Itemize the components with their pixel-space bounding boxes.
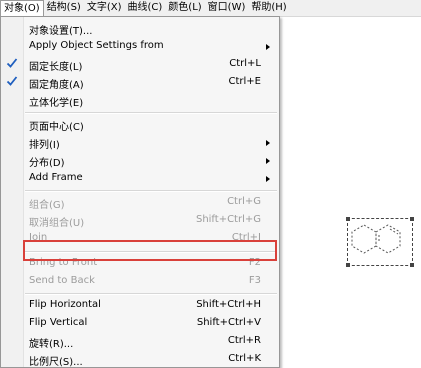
menu-item-stereochemistry[interactable]: 立体化学(E) xyxy=(1,91,279,109)
menu-item-shortcut: Ctrl+K xyxy=(228,353,261,364)
menu-item-label: 对象设置(T)... xyxy=(29,26,93,37)
menu-bar: 对象(O) 结构(S) 文字(X) 曲线(C) 颜色(L) 窗口(W) 帮助(H… xyxy=(0,0,421,17)
menu-item-flip-horizontal[interactable]: Flip Horizontal Shift+Ctrl+H xyxy=(1,296,279,314)
checkmark-icon xyxy=(6,58,18,68)
menu-item-shortcut: Ctrl+L xyxy=(229,58,261,69)
selection-handle[interactable] xyxy=(410,217,414,221)
menu-item-label: 组合(G) xyxy=(29,200,65,211)
menu-color[interactable]: 颜色(L) xyxy=(165,0,204,16)
menu-item-label: 排列(I) xyxy=(29,140,60,151)
menu-item-add-frame[interactable]: Add Frame xyxy=(1,169,279,187)
selection-handle[interactable] xyxy=(346,263,350,267)
naphthalene-structure-icon xyxy=(351,224,401,254)
menu-item-label: 分布(D) xyxy=(29,158,65,169)
menu-item-label: 立体化学(E) xyxy=(29,98,84,109)
menu-item-label: 取消组合(U) xyxy=(29,218,85,229)
menu-curves[interactable]: 曲线(C) xyxy=(125,0,166,16)
submenu-arrow-icon xyxy=(266,140,270,146)
menu-item-rotate[interactable]: 旋转(R)... Ctrl+R xyxy=(1,332,279,350)
menu-item-shortcut: Ctrl+R xyxy=(227,335,261,346)
menu-item-distribute[interactable]: 分布(D) xyxy=(1,151,279,169)
menu-item-shortcut: F3 xyxy=(248,275,261,286)
menu-item-shortcut: Shift+Ctrl+H xyxy=(196,299,261,310)
menu-item-label: Add Frame xyxy=(29,172,83,183)
menu-item-apply-object-settings[interactable]: Apply Object Settings from xyxy=(1,37,279,55)
menu-item-shortcut: Ctrl+G xyxy=(227,196,261,207)
menu-item-label: 比例尺(S)... xyxy=(29,357,83,368)
selection-handle[interactable] xyxy=(346,217,350,221)
menu-item-arrange[interactable]: 排列(I) xyxy=(1,133,279,151)
menu-item-fixed-angle[interactable]: 固定角度(A) Ctrl+E xyxy=(1,73,279,91)
menu-item-send-to-back[interactable]: Send to Back F3 xyxy=(1,272,279,290)
object-dropdown-menu: 对象设置(T)... Apply Object Settings from 固定… xyxy=(0,16,280,368)
menu-object[interactable]: 对象(O) xyxy=(0,0,44,16)
menu-item-label: 固定角度(A) xyxy=(29,80,84,91)
menu-item-page-center[interactable]: 页面中心(C) xyxy=(1,115,279,133)
selection-handle[interactable] xyxy=(410,263,414,267)
menu-item-ungroup[interactable]: 取消组合(U) Shift+Ctrl+G xyxy=(1,211,279,229)
menu-item-shortcut: Ctrl+E xyxy=(228,76,262,87)
menu-item-shortcut: Shift+Ctrl+G xyxy=(195,214,261,225)
menu-item-shortcut: Shift+Ctrl+V xyxy=(196,317,261,328)
checkmark-icon xyxy=(6,76,18,86)
menu-item-label: 旋转(R)... xyxy=(29,339,74,350)
menu-item-label: Send to Back xyxy=(29,275,95,286)
submenu-arrow-icon xyxy=(266,44,270,50)
menu-item-label: 固定长度(L) xyxy=(29,62,83,73)
menu-separator xyxy=(25,112,277,114)
menu-item-label: Apply Object Settings from xyxy=(29,40,164,51)
menu-text[interactable]: 文字(X) xyxy=(84,0,125,16)
menu-help[interactable]: 帮助(H) xyxy=(248,0,289,16)
menu-item-fixed-length[interactable]: 固定长度(L) Ctrl+L xyxy=(1,55,279,73)
menu-window[interactable]: 窗口(W) xyxy=(205,0,249,16)
menu-separator xyxy=(25,190,277,192)
join-highlight-box xyxy=(23,240,277,261)
menu-item-label: 页面中心(C) xyxy=(29,122,84,133)
menu-item-label: Flip Horizontal xyxy=(29,299,101,310)
submenu-arrow-icon xyxy=(266,176,270,182)
menu-item-label: Flip Vertical xyxy=(29,317,88,328)
submenu-arrow-icon xyxy=(266,158,270,164)
menu-structure[interactable]: 结构(S) xyxy=(44,0,84,16)
menu-item-group[interactable]: 组合(G) Ctrl+G xyxy=(1,193,279,211)
menu-item-flip-vertical[interactable]: Flip Vertical Shift+Ctrl+V xyxy=(1,314,279,332)
selected-molecule[interactable] xyxy=(346,217,414,267)
menu-item-object-settings[interactable]: 对象设置(T)... xyxy=(1,19,279,37)
menu-separator xyxy=(25,293,277,295)
menu-item-scale[interactable]: 比例尺(S)... Ctrl+K xyxy=(1,350,279,368)
